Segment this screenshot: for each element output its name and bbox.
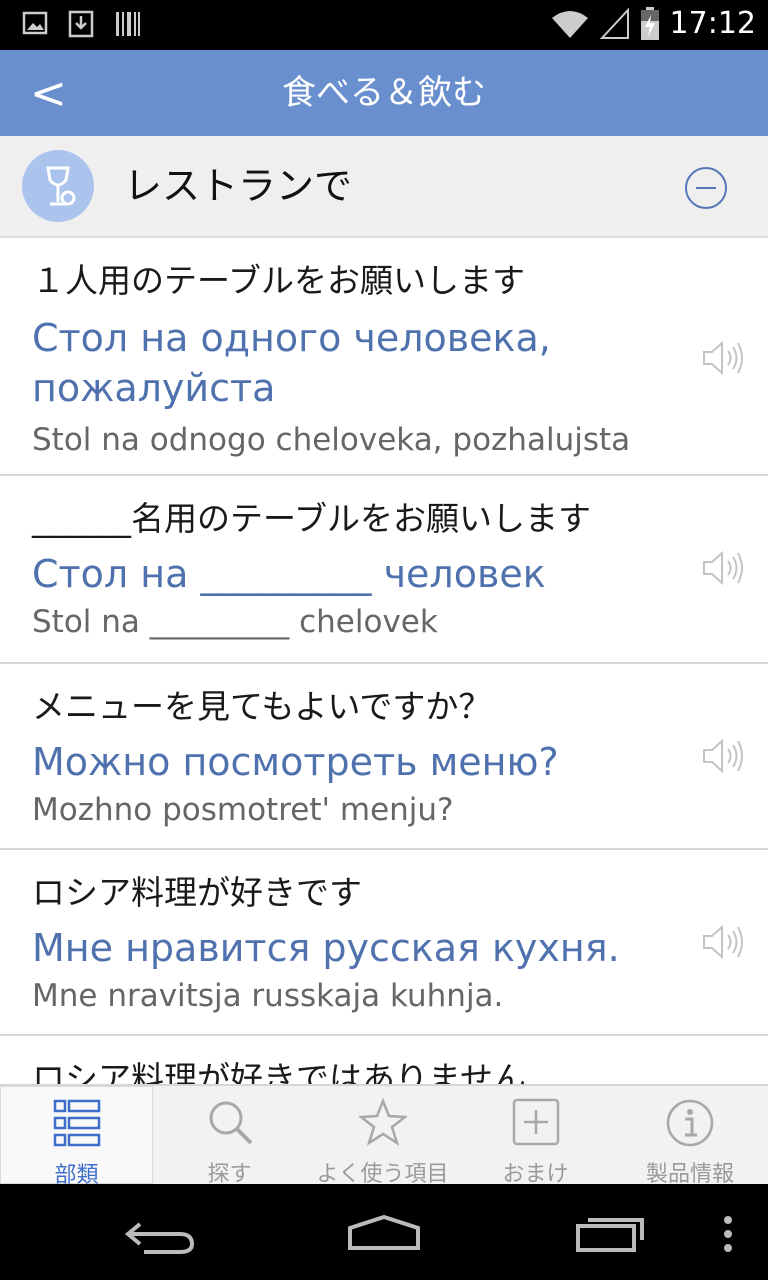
wine-glass-icon — [22, 150, 94, 222]
phrase-transliteration: Stol na odnogo cheloveka, pozhalujsta — [32, 422, 631, 458]
collapse-minus-icon[interactable] — [684, 166, 728, 210]
tab-extras[interactable]: おまけ — [459, 1086, 612, 1187]
phrase-japanese: ______名用のテーブルをお願いします — [32, 499, 592, 538]
app-bar: 食べる＆飲む < — [0, 50, 768, 136]
tab-favorites[interactable]: よく使う項目 — [306, 1086, 459, 1187]
phrase-item[interactable]: メニューを見てもよいですか？ Можно посмотреть меню? Mo… — [0, 664, 768, 850]
status-bar: 17:12 — [0, 0, 768, 50]
overflow-menu-icon[interactable] — [720, 1214, 736, 1254]
download-notification-icon — [68, 10, 94, 38]
battery-icon — [640, 6, 659, 40]
phrase-transliteration: Mne nravitsja russkaja kuhnja. — [32, 978, 504, 1014]
phrase-transliteration: Mozhno posmotret' menju? — [32, 792, 454, 828]
phrase-item[interactable]: ロシア料理が好きではありません — [0, 1036, 768, 1084]
phrase-russian: Стол на _________ человек — [32, 552, 546, 596]
barcode-notification-icon — [116, 12, 140, 36]
category-header[interactable]: レストランで — [0, 136, 768, 238]
back-arrow-icon[interactable] — [124, 1216, 196, 1256]
magnifier-icon — [209, 1101, 252, 1145]
signal-icon — [599, 7, 629, 39]
image-notification-icon — [22, 11, 48, 35]
phrase-japanese: １人用のテーブルをお願いします — [32, 261, 526, 300]
page-title: 食べる＆飲む — [282, 73, 486, 113]
tab-search[interactable]: 探す — [153, 1086, 306, 1187]
phrase-russian: Стол на одного человека, пожалуйста — [32, 316, 551, 410]
home-icon[interactable] — [346, 1214, 422, 1252]
wifi-icon — [551, 10, 588, 38]
info-icon — [666, 1099, 714, 1147]
star-icon — [358, 1098, 407, 1146]
plus-box-icon — [512, 1098, 559, 1146]
tab-categories[interactable]: 部類 — [0, 1086, 153, 1188]
phrase-japanese: メニューを見てもよいですか？ — [32, 687, 492, 726]
phrase-item[interactable]: ロシア料理が好きです Мне нравится русская кухня. M… — [0, 850, 768, 1036]
phrase-russian: Мне нравится русская кухня. — [32, 926, 620, 970]
list-grid-icon — [53, 1099, 100, 1147]
bottom-nav: 部類 探す よく使う項目 おまけ 製品情報 — [0, 1084, 768, 1188]
recent-apps-icon[interactable] — [574, 1212, 646, 1254]
phrase-list: １人用のテーブルをお願いします Стол на одного человека,… — [0, 238, 768, 1084]
system-nav-bar — [0, 1184, 768, 1280]
phrase-russian: Можно посмотреть меню? — [32, 740, 559, 784]
speaker-icon[interactable] — [702, 736, 746, 776]
phrase-japanese: ロシア料理が好きです — [32, 873, 362, 912]
back-button[interactable]: < — [30, 64, 80, 124]
phrase-transliteration: Stol na _________ chelovek — [32, 604, 438, 640]
phrase-japanese: ロシア料理が好きではありません — [32, 1059, 527, 1084]
speaker-icon[interactable] — [702, 548, 746, 588]
speaker-icon[interactable] — [702, 338, 746, 378]
category-title: レストランで — [124, 164, 353, 208]
speaker-icon[interactable] — [702, 922, 746, 962]
phrase-item[interactable]: １人用のテーブルをお願いします Стол на одного человека,… — [0, 238, 768, 476]
phrase-item[interactable]: ______名用のテーブルをお願いします Стол на _________ ч… — [0, 476, 768, 664]
tab-product-info[interactable]: 製品情報 — [612, 1086, 768, 1187]
status-time: 17:12 — [669, 6, 756, 41]
